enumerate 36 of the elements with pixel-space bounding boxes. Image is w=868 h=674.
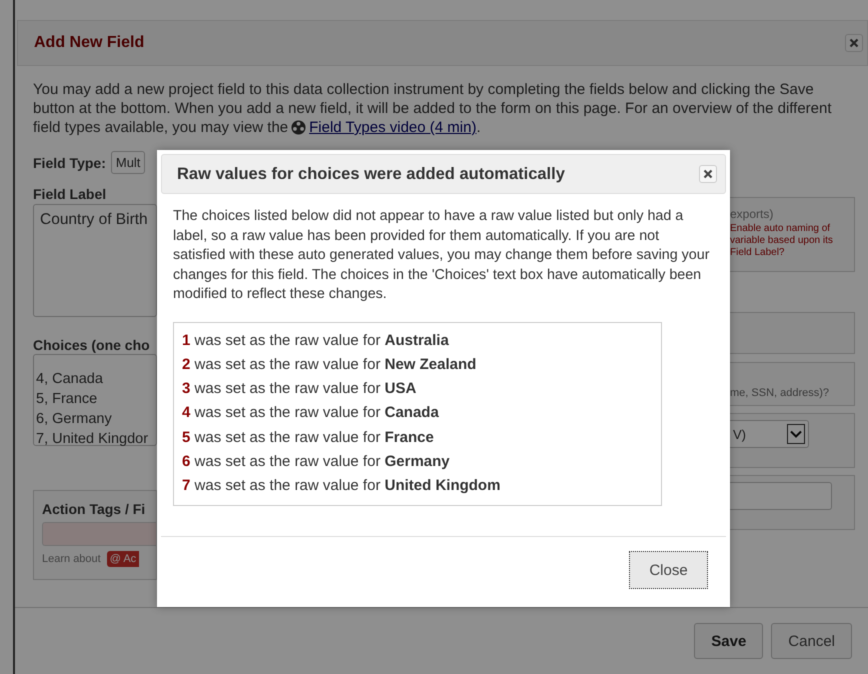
raw-value-item: 1 was set as the raw value for Australia (182, 330, 450, 350)
raw-value-item: 4 was set as the raw value for Canada (182, 403, 440, 424)
save-button[interactable]: Save (694, 623, 764, 659)
validation-select[interactable]: V) (730, 420, 809, 448)
field-label-input[interactable]: Country of Birth (33, 204, 157, 317)
raw-value-item: 6 was set as the raw value for Germany (182, 452, 451, 472)
close-icon (849, 38, 859, 48)
cancel-button[interactable]: Cancel (771, 623, 852, 659)
learn-about-text: Learn about (42, 553, 101, 565)
action-tags-input[interactable] (42, 522, 156, 546)
action-tags-button[interactable]: @ Ac (106, 551, 140, 567)
intro-paragraph: You may add a new project field to this data collection instrument by completing the fields below and clicking the Save button at the bottom. When you add a new field, it will be added to the form on this page. For an overview of the different field types available, you may view the Field Types video (4 min). (33, 80, 833, 137)
raw-value-item: 3 was set as the raw value for USA (182, 379, 418, 400)
close-button[interactable] (699, 165, 717, 183)
action-tags-label: Action Tags / Fi (42, 501, 146, 517)
field-types-video-link[interactable]: Field Types video (4 min) (309, 119, 476, 136)
modal-message: The choices listed below did not appear to have a raw value listed but only had a label, so a raw value has been provided for them automatically. If you are not satisfied with these auto generated values, you may change them before saving your changes for this field. The choices in the 'Choices' text box have automatically been modified to reflect these changes. (173, 207, 710, 304)
choices-label: Choices (one cho (33, 337, 151, 353)
choices-input[interactable]: 4, Canada 5, France 6, Germany 7, United Kingdor (33, 354, 157, 446)
field-type-select[interactable]: Mult (110, 151, 146, 174)
field-type-label: Field Type: (33, 154, 106, 170)
note-input[interactable] (730, 482, 832, 510)
film-reel-icon (291, 120, 306, 135)
raw-value-item: 5 was set as the raw value for France (182, 428, 435, 448)
field-label-label: Field Label (33, 186, 108, 202)
auto-naming-text: Enable auto naming of variable based upon its Field Label? (730, 223, 834, 259)
chevron-down-icon (787, 424, 805, 444)
modal-title: Raw values for choices were added automatically (177, 164, 565, 184)
close-button[interactable]: Close (629, 551, 708, 589)
identifier-note: me, SSN, address)? (730, 387, 830, 399)
raw-value-item: 7 was set as the raw value for United Kingdom (182, 476, 502, 496)
raw-value-item: 2 was set as the raw value for New Zealand (182, 354, 478, 375)
close-icon (703, 169, 713, 179)
dialog-title: Add New Field (34, 34, 144, 52)
close-button[interactable] (845, 34, 863, 52)
exports-note: exports) (730, 207, 774, 221)
